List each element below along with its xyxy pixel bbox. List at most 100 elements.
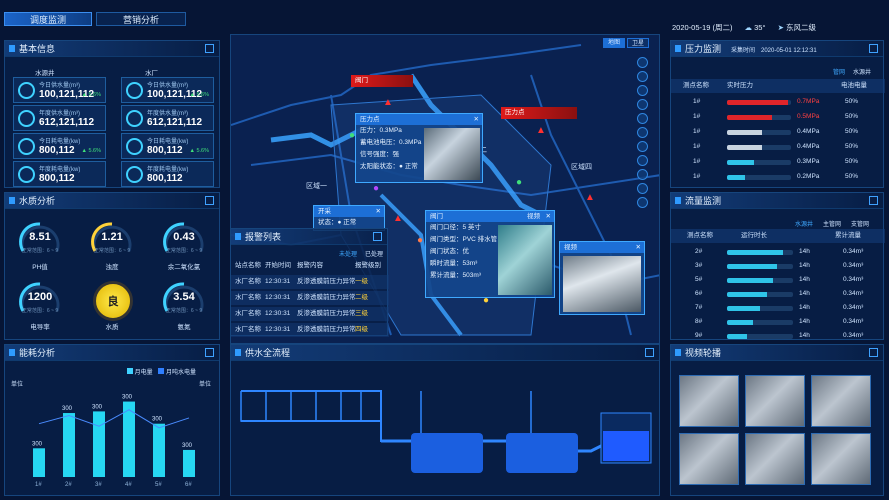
- bar-value-label: 300: [152, 417, 163, 423]
- map-layer-icon[interactable]: [637, 85, 648, 96]
- column-header: 实时压力: [727, 82, 753, 89]
- map-layer-icon[interactable]: [637, 141, 648, 152]
- satellite-mode-button[interactable]: 卫星: [627, 38, 649, 48]
- tab-pipe-network[interactable]: 管网: [833, 67, 845, 76]
- video-thumbnail[interactable]: [811, 433, 871, 485]
- table-header: 站点名称 开始时间 报警内容 报警级别: [231, 259, 389, 273]
- table-row[interactable]: 水厂名称 12:30:31 反渗透膜前压力异常 二级: [231, 291, 389, 305]
- map-pin-icon[interactable]: ●: [516, 177, 522, 188]
- expand-icon[interactable]: [869, 348, 878, 357]
- table-row[interactable]: 水厂名称 12:30:31 反渗透膜前压力异常 一级: [231, 275, 389, 289]
- flow-bar: [727, 320, 793, 325]
- map-layer-icon[interactable]: [637, 155, 648, 166]
- table-cell: 14h: [799, 248, 810, 255]
- tab-water-well[interactable]: 水源井: [795, 219, 813, 228]
- video-thumbnail[interactable]: [811, 375, 871, 427]
- stat-change: ▲ 5.6%: [189, 148, 209, 154]
- table-row[interactable]: 1# 0.5MPa 50%: [671, 110, 885, 124]
- stat-label: 今日耗电量(kw): [39, 139, 81, 145]
- map-layer-icon[interactable]: [637, 127, 648, 138]
- table-cell: 反渗透膜前压力异常: [297, 294, 356, 301]
- table-row[interactable]: 水厂名称 12:30:31 反渗透膜前压力异常 四级: [231, 323, 389, 337]
- map-mode-button[interactable]: 地图: [603, 38, 625, 48]
- map-pin-icon[interactable]: ●: [373, 183, 379, 194]
- gauge-range: 正常范围：6 ~ 9: [165, 248, 203, 254]
- expand-icon[interactable]: [205, 348, 214, 357]
- table-cell: 1#: [693, 98, 701, 105]
- pressure-alert-popup[interactable]: 压力点: [501, 107, 577, 119]
- table-cell: 0.5MPa: [797, 113, 820, 120]
- video-thumbnail[interactable]: [745, 433, 805, 485]
- column-header: 累计流量: [835, 232, 861, 239]
- video-thumbnail[interactable]: [679, 433, 739, 485]
- map-layer-icon[interactable]: [637, 183, 648, 194]
- flow-bar: [727, 278, 793, 283]
- x-tick-label: 2#: [65, 482, 72, 488]
- expand-icon[interactable]: [869, 196, 878, 205]
- table-cell: 5#: [695, 276, 703, 283]
- panel-title: 基本信息: [5, 41, 219, 57]
- tab-handled[interactable]: 已处理: [365, 249, 383, 258]
- valve-alert-popup[interactable]: 阀门: [351, 75, 413, 87]
- close-icon[interactable]: ✕: [636, 242, 641, 253]
- temperature-text: 35°: [754, 23, 766, 32]
- stat-label: 今日供水量(m³): [147, 83, 188, 89]
- map-layer-icon[interactable]: [637, 57, 648, 68]
- video-thumbnail[interactable]: [745, 375, 805, 427]
- expand-icon[interactable]: [869, 44, 878, 53]
- table-cell: 0.34m³: [843, 262, 864, 269]
- table-row[interactable]: 1# 0.2MPa 50%: [671, 170, 885, 184]
- close-icon[interactable]: ✕: [376, 206, 381, 217]
- pressure-bar: [727, 130, 791, 135]
- table-cell: 12:30:31: [265, 326, 291, 333]
- table-row[interactable]: 6# 14h 0.34m³: [671, 287, 885, 301]
- table-row[interactable]: 3# 14h 0.34m³: [671, 259, 885, 273]
- tab-main-network[interactable]: 主管网: [823, 219, 841, 228]
- region-label: 区域一: [306, 183, 327, 190]
- gauge-value: 0.43: [173, 231, 195, 243]
- map-layer-icon[interactable]: [637, 71, 648, 82]
- table-row[interactable]: 9# 14h 0.34m³: [671, 329, 885, 343]
- table-cell: 14h: [799, 332, 810, 339]
- table-header: 测点名称 运行时长 累计流量: [671, 229, 885, 243]
- close-icon[interactable]: ✕: [546, 211, 551, 222]
- video-tag[interactable]: 视频: [527, 211, 540, 222]
- legend-swatch: [127, 368, 133, 374]
- map-layer-icon[interactable]: [637, 197, 648, 208]
- video-frame[interactable]: [563, 256, 641, 312]
- table-cell: 1#: [693, 158, 701, 165]
- warning-icon[interactable]: ▲: [585, 192, 595, 203]
- meter-icon: [18, 82, 35, 99]
- video-thumbnail[interactable]: [679, 375, 739, 427]
- map-pin-icon[interactable]: ●: [417, 235, 423, 246]
- table-row[interactable]: 8# 14h 0.34m³: [671, 315, 885, 329]
- table-row[interactable]: 2# 14h 0.34m³: [671, 245, 885, 259]
- expand-icon[interactable]: [373, 232, 382, 241]
- table-cell: 一级: [355, 278, 368, 285]
- warning-icon[interactable]: ▲: [536, 125, 546, 136]
- warning-icon[interactable]: ▲: [383, 97, 393, 108]
- tab-water-well[interactable]: 水源井: [853, 67, 871, 76]
- map-layer-icon[interactable]: [637, 113, 648, 124]
- expand-icon[interactable]: [645, 348, 654, 357]
- map-layer-icon[interactable]: [637, 169, 648, 180]
- table-row[interactable]: 1# 0.4MPa 50%: [671, 125, 885, 139]
- tab-dispatch-monitor[interactable]: 调度监测: [4, 12, 92, 26]
- tab-unhandled[interactable]: 未处理: [339, 249, 357, 258]
- tab-branch-network[interactable]: 支管网: [851, 219, 869, 228]
- expand-icon[interactable]: [205, 44, 214, 53]
- gauge-label: 电导率: [30, 324, 50, 331]
- table-row[interactable]: 5# 14h 0.34m³: [671, 273, 885, 287]
- panel-title: 报警列表: [231, 229, 387, 245]
- table-row[interactable]: 水厂名称 12:30:31 反渗透膜前压力异常 三级: [231, 307, 389, 321]
- table-row[interactable]: 1# 0.3MPa 50%: [671, 155, 885, 169]
- table-row[interactable]: 7# 14h 0.34m³: [671, 301, 885, 315]
- close-icon[interactable]: ✕: [474, 114, 479, 125]
- map-layer-icon[interactable]: [637, 99, 648, 110]
- table-cell: 0.3MPa: [797, 158, 820, 165]
- expand-icon[interactable]: [205, 196, 214, 205]
- table-row[interactable]: 1# 0.4MPa 50%: [671, 140, 885, 154]
- table-row[interactable]: 1# 0.7MPa 50%: [671, 95, 885, 109]
- tab-marketing-analysis[interactable]: 营销分析: [96, 12, 186, 26]
- warning-icon[interactable]: ▲: [393, 213, 403, 224]
